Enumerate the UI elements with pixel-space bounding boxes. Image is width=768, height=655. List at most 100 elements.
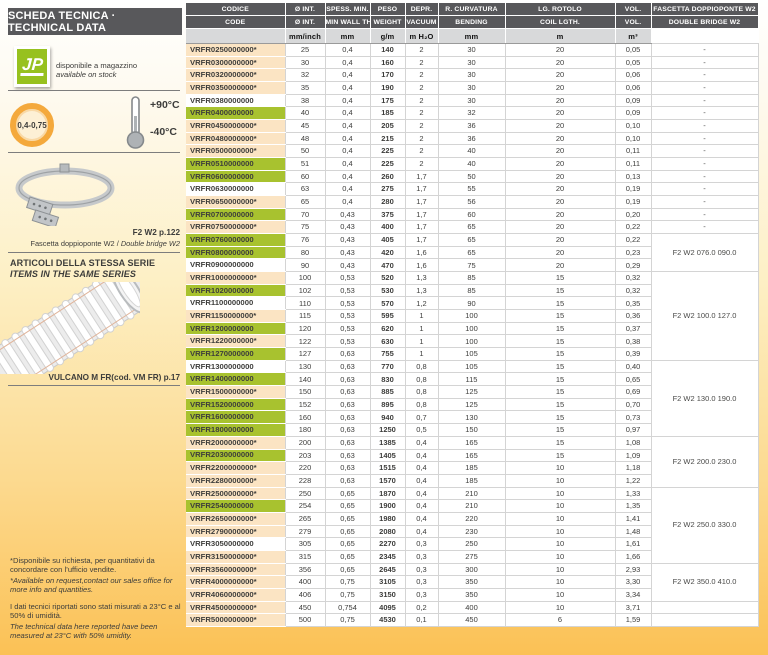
value-cell: 2080 bbox=[370, 525, 405, 538]
code-cell: VRFR0300000000* bbox=[186, 56, 285, 69]
code-cell: VRFR1200000000 bbox=[186, 322, 285, 335]
value-cell: 20 bbox=[505, 120, 615, 133]
value-cell: 0,65 bbox=[325, 538, 370, 551]
value-cell: 0,65 bbox=[325, 550, 370, 563]
value-cell: 0,4 bbox=[325, 170, 370, 183]
value-cell: 0,19 bbox=[615, 183, 651, 196]
value-cell: 1,48 bbox=[615, 525, 651, 538]
value-cell: 15 bbox=[505, 373, 615, 386]
value-cell: 1,3 bbox=[405, 272, 438, 285]
value-cell: 20 bbox=[505, 69, 615, 82]
fascetta-cell: - bbox=[651, 44, 758, 57]
fascetta-cell: F2 W2 200.0 230.0 bbox=[651, 436, 758, 487]
table-row: VRFR0480000000*480,4215236200,10- bbox=[186, 132, 758, 145]
fascetta-cell: F2 W2 130.0 190.0 bbox=[651, 360, 758, 436]
value-cell: 20 bbox=[505, 44, 615, 57]
fascetta-cell: - bbox=[651, 82, 758, 95]
value-cell: 127 bbox=[285, 348, 325, 361]
fascetta-cell: - bbox=[651, 132, 758, 145]
value-cell: 0,37 bbox=[615, 322, 651, 335]
value-cell: 0,97 bbox=[615, 424, 651, 437]
value-cell: 15 bbox=[505, 297, 615, 310]
value-cell: 595 bbox=[370, 310, 405, 323]
value-cell: 2645 bbox=[370, 563, 405, 576]
value-cell: 0,63 bbox=[325, 474, 370, 487]
value-cell: 500 bbox=[285, 614, 325, 627]
value-cell: 770 bbox=[370, 360, 405, 373]
value-cell: 275 bbox=[370, 183, 405, 196]
code-cell: VRFR0900000000 bbox=[186, 259, 285, 272]
value-cell: 51 bbox=[285, 158, 325, 171]
thickness-badge: 0,4-0,75 bbox=[10, 103, 54, 147]
value-cell: 0,63 bbox=[325, 449, 370, 462]
value-cell: 0,11 bbox=[615, 158, 651, 171]
datasheet-page: SCHEDA TECNICA · TECHNICAL DATA JP dispo… bbox=[0, 0, 768, 655]
value-cell: 0,19 bbox=[615, 196, 651, 209]
value-cell: 165 bbox=[438, 449, 505, 462]
code-cell: VRFR3150000000* bbox=[186, 550, 285, 563]
value-cell: 0,2 bbox=[405, 601, 438, 614]
value-cell: 1515 bbox=[370, 462, 405, 475]
fascetta-cell bbox=[651, 601, 758, 614]
code-cell: VRFR1150000000* bbox=[186, 310, 285, 323]
value-cell: 1,7 bbox=[405, 170, 438, 183]
value-cell: 0,53 bbox=[325, 297, 370, 310]
value-cell: 0,53 bbox=[325, 310, 370, 323]
value-cell: 275 bbox=[438, 550, 505, 563]
value-cell: 10 bbox=[505, 487, 615, 500]
value-cell: 85 bbox=[438, 272, 505, 285]
value-cell: 0,3 bbox=[405, 563, 438, 576]
value-cell: 1,2 bbox=[405, 297, 438, 310]
thermometer-icon bbox=[122, 94, 150, 155]
value-cell: 3105 bbox=[370, 576, 405, 589]
value-cell: 0,5 bbox=[405, 424, 438, 437]
value-cell: 160 bbox=[370, 56, 405, 69]
value-cell: 1,09 bbox=[615, 449, 651, 462]
value-cell: 1405 bbox=[370, 449, 405, 462]
value-cell: 0,53 bbox=[325, 335, 370, 348]
code-cell: VRFR2500000000* bbox=[186, 487, 285, 500]
value-cell: 20 bbox=[505, 208, 615, 221]
value-cell: 0,7 bbox=[405, 411, 438, 424]
value-cell: 20 bbox=[505, 246, 615, 259]
value-cell: 50 bbox=[438, 170, 505, 183]
fascetta-cell: - bbox=[651, 107, 758, 120]
code-cell: VRFR0760000000 bbox=[186, 234, 285, 247]
value-cell: 2 bbox=[405, 107, 438, 120]
value-cell: 1385 bbox=[370, 436, 405, 449]
value-cell: 185 bbox=[438, 462, 505, 475]
value-cell: 10 bbox=[505, 525, 615, 538]
clamp-ref: F2 W2 p.122 bbox=[8, 228, 180, 237]
value-cell: 40 bbox=[438, 145, 505, 158]
code-cell: VRFR2650000000* bbox=[186, 512, 285, 525]
value-cell: 0,32 bbox=[615, 272, 651, 285]
unit-header: g/m bbox=[370, 29, 405, 44]
fascetta-cell: - bbox=[651, 69, 758, 82]
value-cell: 0,32 bbox=[615, 284, 651, 297]
value-cell: 1 bbox=[405, 335, 438, 348]
clamp-name-en: Double bridge W2 bbox=[121, 239, 180, 248]
code-cell: VRFR0510000000 bbox=[186, 158, 285, 171]
col-header: Ø INT. bbox=[285, 16, 325, 29]
value-cell: 60 bbox=[285, 170, 325, 183]
value-cell: 102 bbox=[285, 284, 325, 297]
code-cell: VRFR0700000000 bbox=[186, 208, 285, 221]
value-cell: 75 bbox=[285, 221, 325, 234]
value-cell: 250 bbox=[438, 538, 505, 551]
value-cell: 63 bbox=[285, 183, 325, 196]
value-cell: 254 bbox=[285, 500, 325, 513]
value-cell: 90 bbox=[438, 297, 505, 310]
value-cell: 15 bbox=[505, 424, 615, 437]
col-header: SPESS. MIN. bbox=[325, 3, 370, 16]
value-cell: 76 bbox=[285, 234, 325, 247]
value-cell: 105 bbox=[438, 360, 505, 373]
value-cell: 406 bbox=[285, 588, 325, 601]
value-cell: 0,36 bbox=[615, 310, 651, 323]
unit-header: m H₂O bbox=[405, 29, 438, 44]
value-cell: 0,65 bbox=[325, 563, 370, 576]
value-cell: 0,73 bbox=[615, 411, 651, 424]
value-cell: 122 bbox=[285, 335, 325, 348]
value-cell: 80 bbox=[285, 246, 325, 259]
fascetta-cell bbox=[651, 614, 758, 627]
value-cell: 0,10 bbox=[615, 120, 651, 133]
